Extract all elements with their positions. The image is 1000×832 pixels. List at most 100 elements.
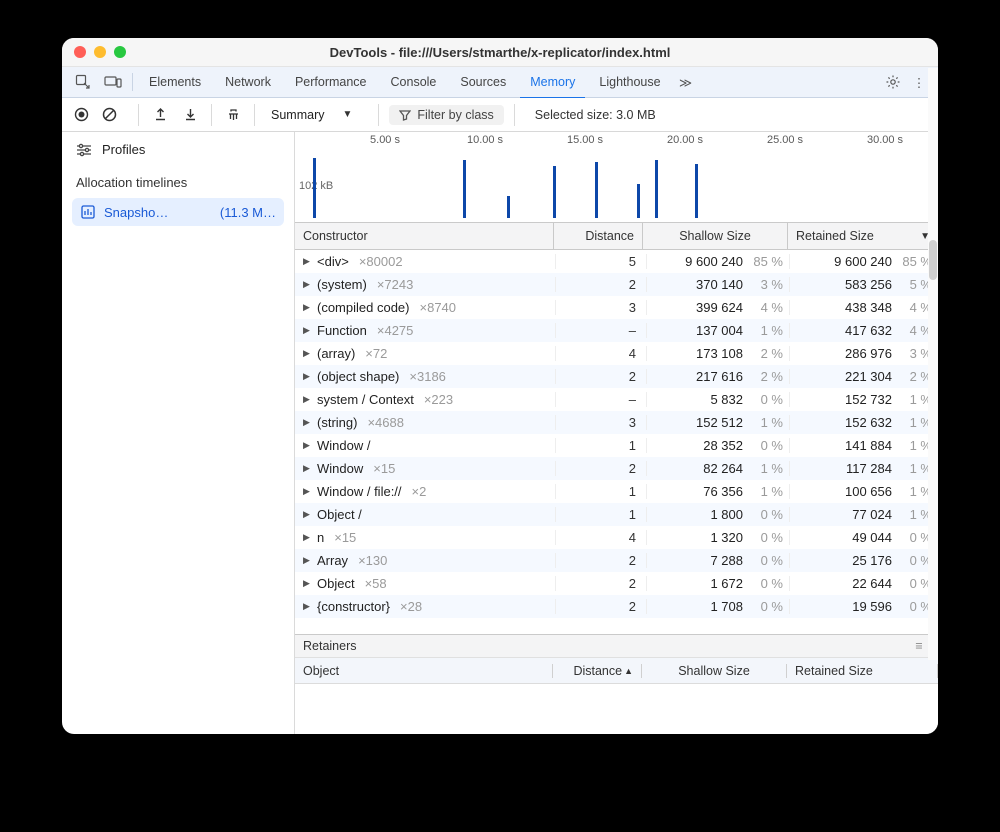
profiles-label: Profiles xyxy=(102,142,145,157)
tab-console[interactable]: Console xyxy=(381,67,447,97)
shallow-value: 5 832 xyxy=(710,392,743,407)
col-shallow-size[interactable]: Shallow Size xyxy=(643,223,788,249)
expand-icon[interactable]: ▶ xyxy=(303,601,313,612)
shallow-pct: 0 % xyxy=(751,530,783,545)
settings-icon[interactable] xyxy=(882,74,904,90)
distance-cell: 4 xyxy=(556,530,647,545)
tab-lighthouse[interactable]: Lighthouse xyxy=(589,67,670,97)
tab-elements[interactable]: Elements xyxy=(139,67,211,97)
timeline-tick: 20.00 s xyxy=(667,134,703,146)
allocation-bar[interactable] xyxy=(553,166,556,218)
retainers-header[interactable]: Retainers ≡ xyxy=(295,634,938,658)
snapshot-item[interactable]: Snapsho… (11.3 M… xyxy=(72,198,284,226)
col-constructor[interactable]: Constructor xyxy=(295,223,554,249)
allocation-bar[interactable] xyxy=(463,160,466,218)
filter-label: Filter by class xyxy=(417,108,493,122)
import-icon[interactable] xyxy=(179,104,201,126)
tab-performance[interactable]: Performance xyxy=(285,67,377,97)
table-row[interactable]: ▶n×1541 3200 %49 0440 % xyxy=(295,526,938,549)
expand-icon[interactable]: ▶ xyxy=(303,417,313,428)
tab-sources[interactable]: Sources xyxy=(450,67,516,97)
constructor-name: {constructor} xyxy=(317,599,390,614)
retained-value: 25 176 xyxy=(852,553,892,568)
expand-icon[interactable]: ▶ xyxy=(303,371,313,382)
expand-icon[interactable]: ▶ xyxy=(303,256,313,267)
clear-icon[interactable] xyxy=(98,104,120,126)
table-row[interactable]: ▶Array×13027 2880 %25 1760 % xyxy=(295,549,938,572)
table-row[interactable]: ▶(system)×72432370 1403 %583 2565 % xyxy=(295,273,938,296)
retained-value: 583 256 xyxy=(845,277,892,292)
expand-icon[interactable]: ▶ xyxy=(303,302,313,313)
allocation-timeline[interactable]: 102 kB 5.00 s10.00 s15.00 s20.00 s25.00 … xyxy=(295,132,938,223)
distance-cell: 2 xyxy=(556,369,647,384)
snapshot-name: Snapsho… xyxy=(104,205,168,220)
allocation-bar[interactable] xyxy=(637,184,640,218)
table-row[interactable]: ▶(object shape)×31862217 6162 %221 3042 … xyxy=(295,365,938,388)
expand-icon[interactable]: ▶ xyxy=(303,440,313,451)
expand-icon[interactable]: ▶ xyxy=(303,325,313,336)
allocation-bar[interactable] xyxy=(595,162,598,218)
separator xyxy=(211,104,212,126)
table-row[interactable]: ▶(compiled code)×87403399 6244 %438 3484… xyxy=(295,296,938,319)
minimize-icon[interactable] xyxy=(94,46,106,58)
scrollbar-thumb[interactable] xyxy=(929,240,937,280)
table-row[interactable]: ▶system / Context×223–5 8320 %152 7321 % xyxy=(295,388,938,411)
tab-memory[interactable]: Memory xyxy=(520,67,585,99)
gc-icon[interactable] xyxy=(222,104,244,126)
table-row[interactable]: ▶Window /128 3520 %141 8841 % xyxy=(295,434,938,457)
retained-value: 19 596 xyxy=(852,599,892,614)
expand-icon[interactable]: ▶ xyxy=(303,486,313,497)
titlebar: DevTools - file:///Users/stmarthe/x-repl… xyxy=(62,38,938,67)
col-distance[interactable]: Distance xyxy=(554,223,643,249)
more-tabs-icon[interactable]: ≫ xyxy=(675,75,697,90)
export-icon[interactable] xyxy=(149,104,171,126)
expand-icon[interactable]: ▶ xyxy=(303,555,313,566)
device-toolbar-icon[interactable] xyxy=(100,75,126,89)
table-row[interactable]: ▶{constructor}×2821 7080 %19 5960 % xyxy=(295,595,938,618)
col-retained-ret[interactable]: Retained Size xyxy=(787,664,938,678)
expand-icon[interactable]: ▶ xyxy=(303,463,313,474)
expand-icon[interactable]: ▶ xyxy=(303,532,313,543)
expand-icon[interactable]: ▶ xyxy=(303,509,313,520)
record-icon[interactable] xyxy=(70,104,92,126)
tab-network[interactable]: Network xyxy=(215,67,281,97)
table-row[interactable]: ▶Object×5821 6720 %22 6440 % xyxy=(295,572,938,595)
class-filter[interactable]: Filter by class xyxy=(389,105,503,125)
sort-asc-icon: ▲ xyxy=(624,666,633,676)
table-row[interactable]: ▶<div>×8000259 600 24085 %9 600 24085 % xyxy=(295,250,938,273)
expand-icon[interactable]: ▶ xyxy=(303,348,313,359)
constructor-count: ×7243 xyxy=(377,277,414,292)
col-distance-ret[interactable]: Distance▲ xyxy=(553,664,642,678)
constructors-table[interactable]: ▶<div>×8000259 600 24085 %9 600 24085 %▶… xyxy=(295,250,938,634)
snapshot-size: (11.3 M… xyxy=(220,205,276,220)
close-icon[interactable] xyxy=(74,46,86,58)
allocation-bar[interactable] xyxy=(695,164,698,218)
table-row[interactable]: ▶Window×15282 2641 %117 2841 % xyxy=(295,457,938,480)
col-shallow-ret[interactable]: Shallow Size xyxy=(642,664,787,678)
allocation-bar[interactable] xyxy=(313,158,316,218)
shallow-pct: 2 % xyxy=(751,346,783,361)
allocation-bar[interactable] xyxy=(655,160,658,218)
kebab-icon[interactable]: ⋮ xyxy=(908,75,930,90)
expand-icon[interactable]: ▶ xyxy=(303,279,313,290)
table-row[interactable]: ▶(array)×724173 1082 %286 9763 % xyxy=(295,342,938,365)
inspect-icon[interactable] xyxy=(70,74,96,90)
distance-cell: – xyxy=(556,392,647,407)
expand-icon[interactable]: ▶ xyxy=(303,394,313,405)
col-retained-size[interactable]: Retained Size ▼ xyxy=(788,223,938,249)
table-row[interactable]: ▶Object /11 8000 %77 0241 % xyxy=(295,503,938,526)
retained-value: 100 656 xyxy=(845,484,892,499)
allocation-bar[interactable] xyxy=(507,196,510,218)
zoom-icon[interactable] xyxy=(114,46,126,58)
table-row[interactable]: ▶Window / file://×2176 3561 %100 6561 % xyxy=(295,480,938,503)
expand-icon[interactable]: ▶ xyxy=(303,578,313,589)
retainers-menu-icon[interactable]: ≡ xyxy=(908,639,930,653)
view-dropdown[interactable]: Summary ▼ xyxy=(265,108,368,122)
distance-cell: 2 xyxy=(556,277,647,292)
timeline-tick: 30.00 s xyxy=(867,134,903,146)
constructor-count: ×15 xyxy=(373,461,395,476)
table-row[interactable]: ▶Function×4275–137 0041 %417 6324 % xyxy=(295,319,938,342)
table-row[interactable]: ▶(string)×46883152 5121 %152 6321 % xyxy=(295,411,938,434)
col-object[interactable]: Object xyxy=(295,664,553,678)
sidebar-profiles[interactable]: Profiles xyxy=(62,132,294,167)
